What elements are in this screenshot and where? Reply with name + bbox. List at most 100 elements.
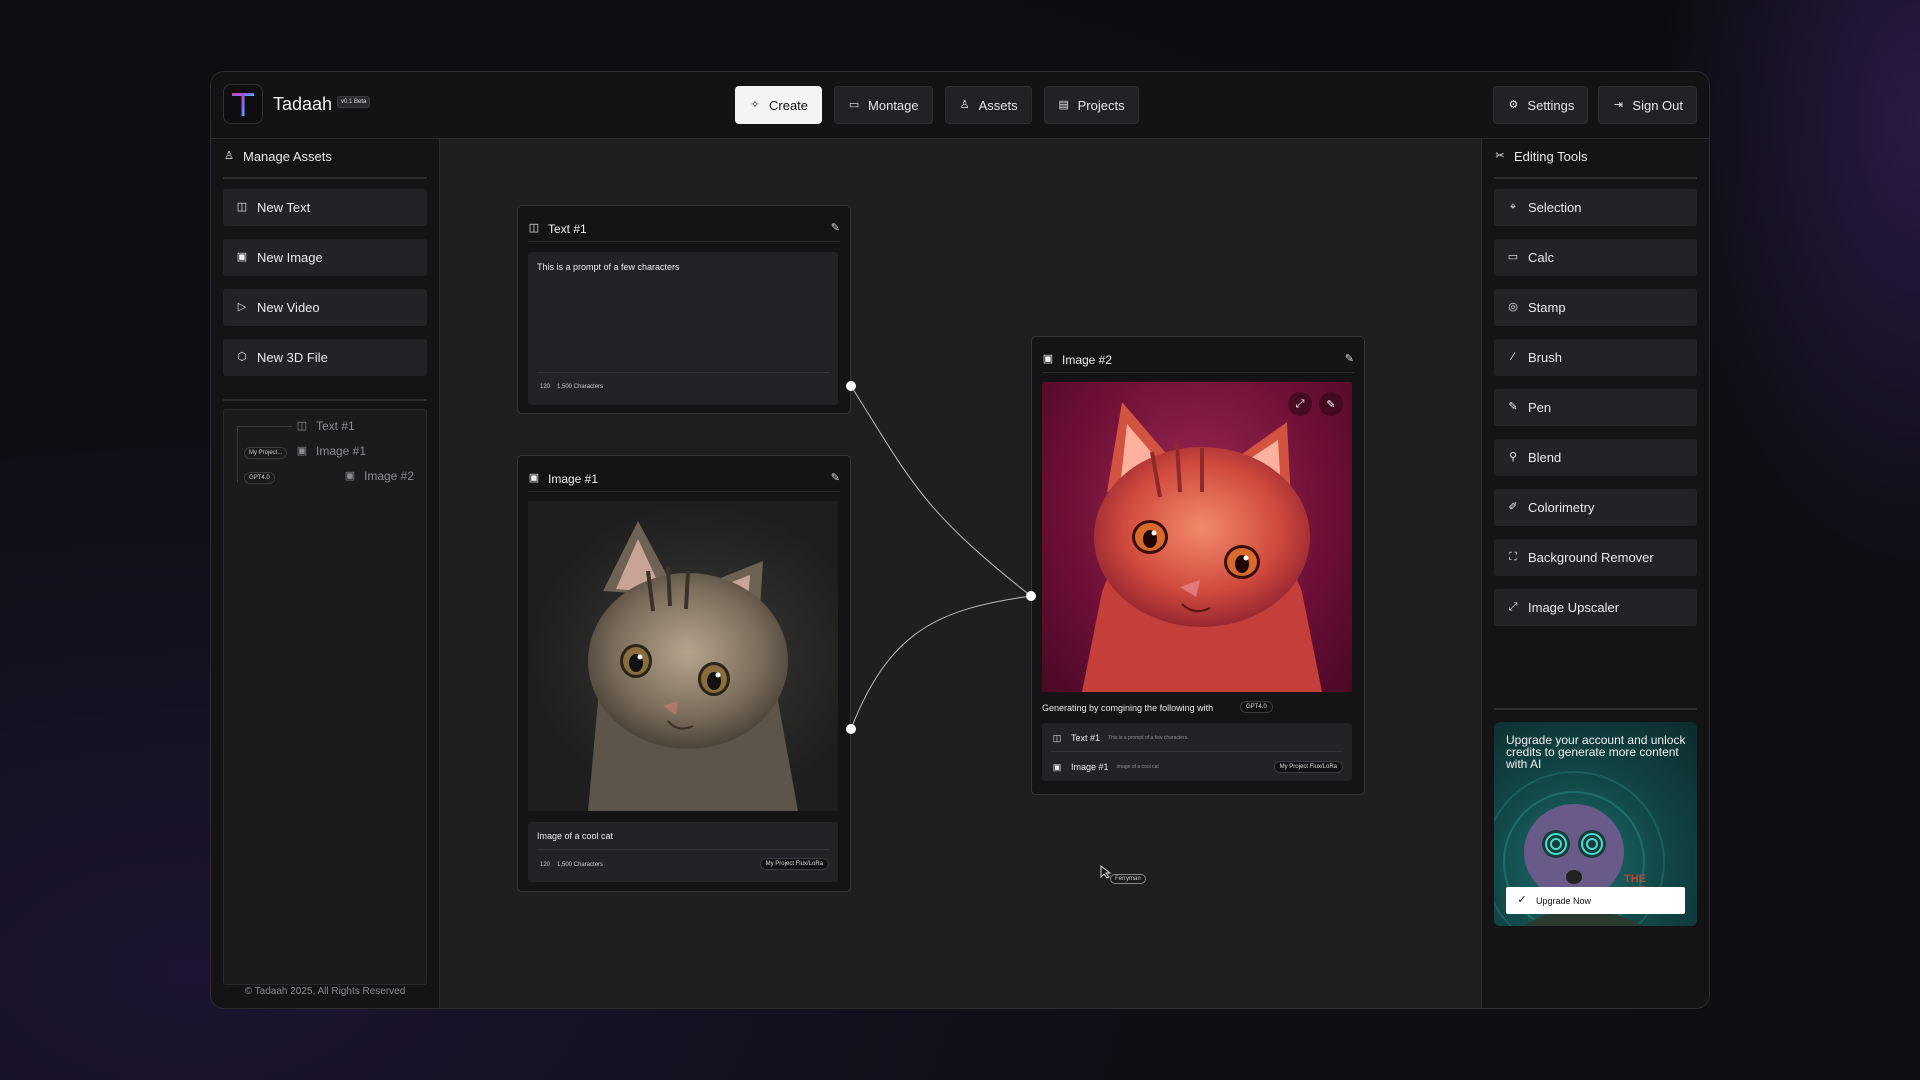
upgrade-now-label: Upgrade Now	[1536, 895, 1592, 906]
image-icon: ▣	[344, 469, 356, 482]
edit-icon[interactable]: ✎	[831, 221, 840, 234]
upgrade-now-button[interactable]: ✓ Upgrade Now	[1506, 887, 1685, 914]
input-desc: This is a prompt of a few characters.	[1108, 735, 1189, 741]
output-port[interactable]	[846, 381, 856, 391]
image-node-2[interactable]: ▣ Image #2 ✎ ⤢ ✎ Generating by comgining…	[1031, 336, 1365, 795]
input-item-image-1[interactable]: ▣ Image #1 Image of a cool cat	[1051, 761, 1159, 773]
node-title: Image #1	[548, 471, 599, 486]
divider	[1051, 751, 1343, 752]
node-header: ◫ Text #1 ✎	[528, 216, 840, 242]
input-desc: Image of a cool cat	[1116, 764, 1159, 770]
tool-background-remover[interactable]: ⛶ Background Remover	[1494, 539, 1697, 576]
new-text-label: New Text	[257, 200, 311, 215]
collaborator-cursor-label: Ferryman	[1110, 874, 1146, 884]
tool-stamp[interactable]: ◎ Stamp	[1494, 289, 1697, 326]
caption-text: Image of a cool cat	[537, 831, 614, 841]
tree-item-image-1[interactable]: ▣ Image #1	[296, 444, 366, 458]
app-window: Tadaah v0.1 Beta ✧ Create ▭ Montage ♙ As…	[210, 71, 1710, 1009]
fullscreen-icon[interactable]: ⤢	[1288, 392, 1312, 416]
gear-icon: ⚙	[1508, 98, 1519, 111]
tool-label: Colorimetry	[1528, 500, 1595, 515]
cat-image	[528, 501, 838, 811]
pen-icon: ✎	[1508, 401, 1518, 413]
tool-pen[interactable]: ✎ Pen	[1494, 389, 1697, 426]
new-image-button[interactable]: ▣ New Image	[223, 239, 427, 276]
cat-illustration	[588, 521, 798, 811]
input-port[interactable]	[1026, 591, 1036, 601]
manage-assets-title: ♙ Manage Assets	[223, 149, 332, 164]
new-3d-file-button[interactable]: ⬡ New 3D File	[223, 339, 427, 376]
tool-brush[interactable]: ∕ Brush	[1494, 339, 1697, 376]
svg-text:THE: THE	[1624, 873, 1646, 885]
image-icon: ▣	[296, 444, 308, 457]
tool-label: Image Upscaler	[1528, 600, 1620, 615]
tool-label: Background Remover	[1528, 550, 1654, 565]
char-count: 120	[540, 384, 551, 390]
tab-projects[interactable]: ▤ Projects	[1043, 86, 1139, 124]
tools-icon: ✂	[1495, 150, 1505, 162]
tab-montage[interactable]: ▭ Montage	[834, 86, 933, 124]
cat-illustration	[1082, 402, 1322, 692]
node-header: ▣ Image #1 ✎	[528, 466, 840, 492]
input-title: Text #1	[1071, 733, 1101, 743]
check-icon: ✓	[1517, 894, 1527, 906]
image-icon: ▣	[1052, 761, 1062, 772]
tool-blend[interactable]: ⚲ Blend	[1494, 439, 1697, 476]
tree-item-image-2[interactable]: ▣ Image #2	[344, 469, 414, 483]
editing-tools-label: Editing Tools	[1514, 149, 1588, 164]
model-tag: GPT4.0	[244, 472, 275, 484]
scan-icon: ⛶	[1509, 551, 1517, 563]
promo-text: Upgrade your account and unlock credits …	[1506, 733, 1686, 771]
tool-label: Pen	[1528, 400, 1552, 415]
prompt-textarea[interactable]: This is a prompt of a few characters 120…	[528, 252, 838, 405]
model-tag: GPT4.0	[1240, 701, 1273, 713]
play-icon: ▷	[237, 301, 247, 313]
output-port[interactable]	[846, 724, 856, 734]
divider	[1494, 177, 1697, 179]
tool-calc[interactable]: ▭ Calc	[1494, 239, 1697, 276]
tool-colorimetry[interactable]: ✐ Colorimetry	[1494, 489, 1697, 526]
dropper-icon: ✐	[1508, 501, 1518, 513]
message-icon: ◫	[236, 201, 248, 213]
message-icon: ◫	[1052, 732, 1062, 743]
tool-selection[interactable]: ⌖ Selection	[1494, 189, 1697, 226]
pointer-icon: ⌖	[1509, 201, 1517, 213]
sign-out-button[interactable]: ⇥ Sign Out	[1598, 86, 1697, 124]
cube-icon: ⬡	[237, 351, 247, 363]
edit-icon[interactable]: ✎	[831, 471, 840, 484]
edit-icon[interactable]: ✎	[1345, 352, 1354, 365]
tree-connector	[237, 426, 238, 482]
image-icon: ▣	[1042, 353, 1054, 365]
settings-button[interactable]: ⚙ Settings	[1493, 86, 1589, 124]
tree-item-label: Text #1	[316, 419, 355, 433]
new-asset-list: ◫ New Text ▣ New Image ▷ New Video ⬡ New…	[223, 189, 427, 376]
node-canvas[interactable]: ◫ Text #1 ✎ This is a prompt of a few ch…	[440, 139, 1483, 1008]
film-icon: ▤	[1058, 98, 1069, 111]
model-tag: My Project Flux/LoRa	[759, 858, 829, 870]
project-tag: My Project...	[244, 447, 288, 459]
tree-item-text-1[interactable]: ◫ Text #1	[296, 419, 355, 433]
caption-textarea[interactable]: Image of a cool cat 120 1,500 Characters…	[528, 822, 838, 882]
blend-icon: ⚲	[1508, 451, 1518, 463]
tools-list: ⌖ Selection ▭ Calc ◎ Stamp ∕ Brush ✎ Pen…	[1494, 189, 1697, 626]
video-icon: ▭	[848, 98, 860, 111]
editing-tools-panel: ✂ Editing Tools ⌖ Selection ▭ Calc ◎ Sta…	[1481, 139, 1709, 1008]
app-logo[interactable]	[223, 84, 263, 124]
manage-assets-panel: ♙ Manage Assets ◫ New Text ▣ New Image ▷…	[211, 139, 440, 1008]
settings-label: Settings	[1527, 97, 1575, 113]
tab-assets[interactable]: ♙ Assets	[944, 86, 1032, 124]
new-video-button[interactable]: ▷ New Video	[223, 289, 427, 326]
text-node[interactable]: ◫ Text #1 ✎ This is a prompt of a few ch…	[517, 205, 851, 414]
input-item-text-1[interactable]: ◫ Text #1 This is a prompt of a few char…	[1051, 732, 1189, 744]
tool-label: Stamp	[1528, 300, 1566, 315]
image-node-1[interactable]: ▣ Image #1 ✎ Image of a cool cat 120 1,5…	[517, 455, 851, 892]
sign-out-label: Sign Out	[1632, 97, 1683, 113]
tool-image-upscaler[interactable]: ⤢ Image Upscaler	[1494, 589, 1697, 626]
tab-create[interactable]: ✧ Create	[735, 86, 823, 124]
char-limit: 1,500 Characters	[557, 862, 604, 868]
new-text-button[interactable]: ◫ New Text	[223, 189, 427, 226]
top-header: Tadaah v0.1 Beta ✧ Create ▭ Montage ♙ As…	[211, 72, 1709, 139]
new-video-label: New Video	[257, 300, 320, 315]
sign-out-icon: ⇥	[1613, 98, 1624, 111]
dropper-icon[interactable]: ✎	[1319, 392, 1343, 416]
